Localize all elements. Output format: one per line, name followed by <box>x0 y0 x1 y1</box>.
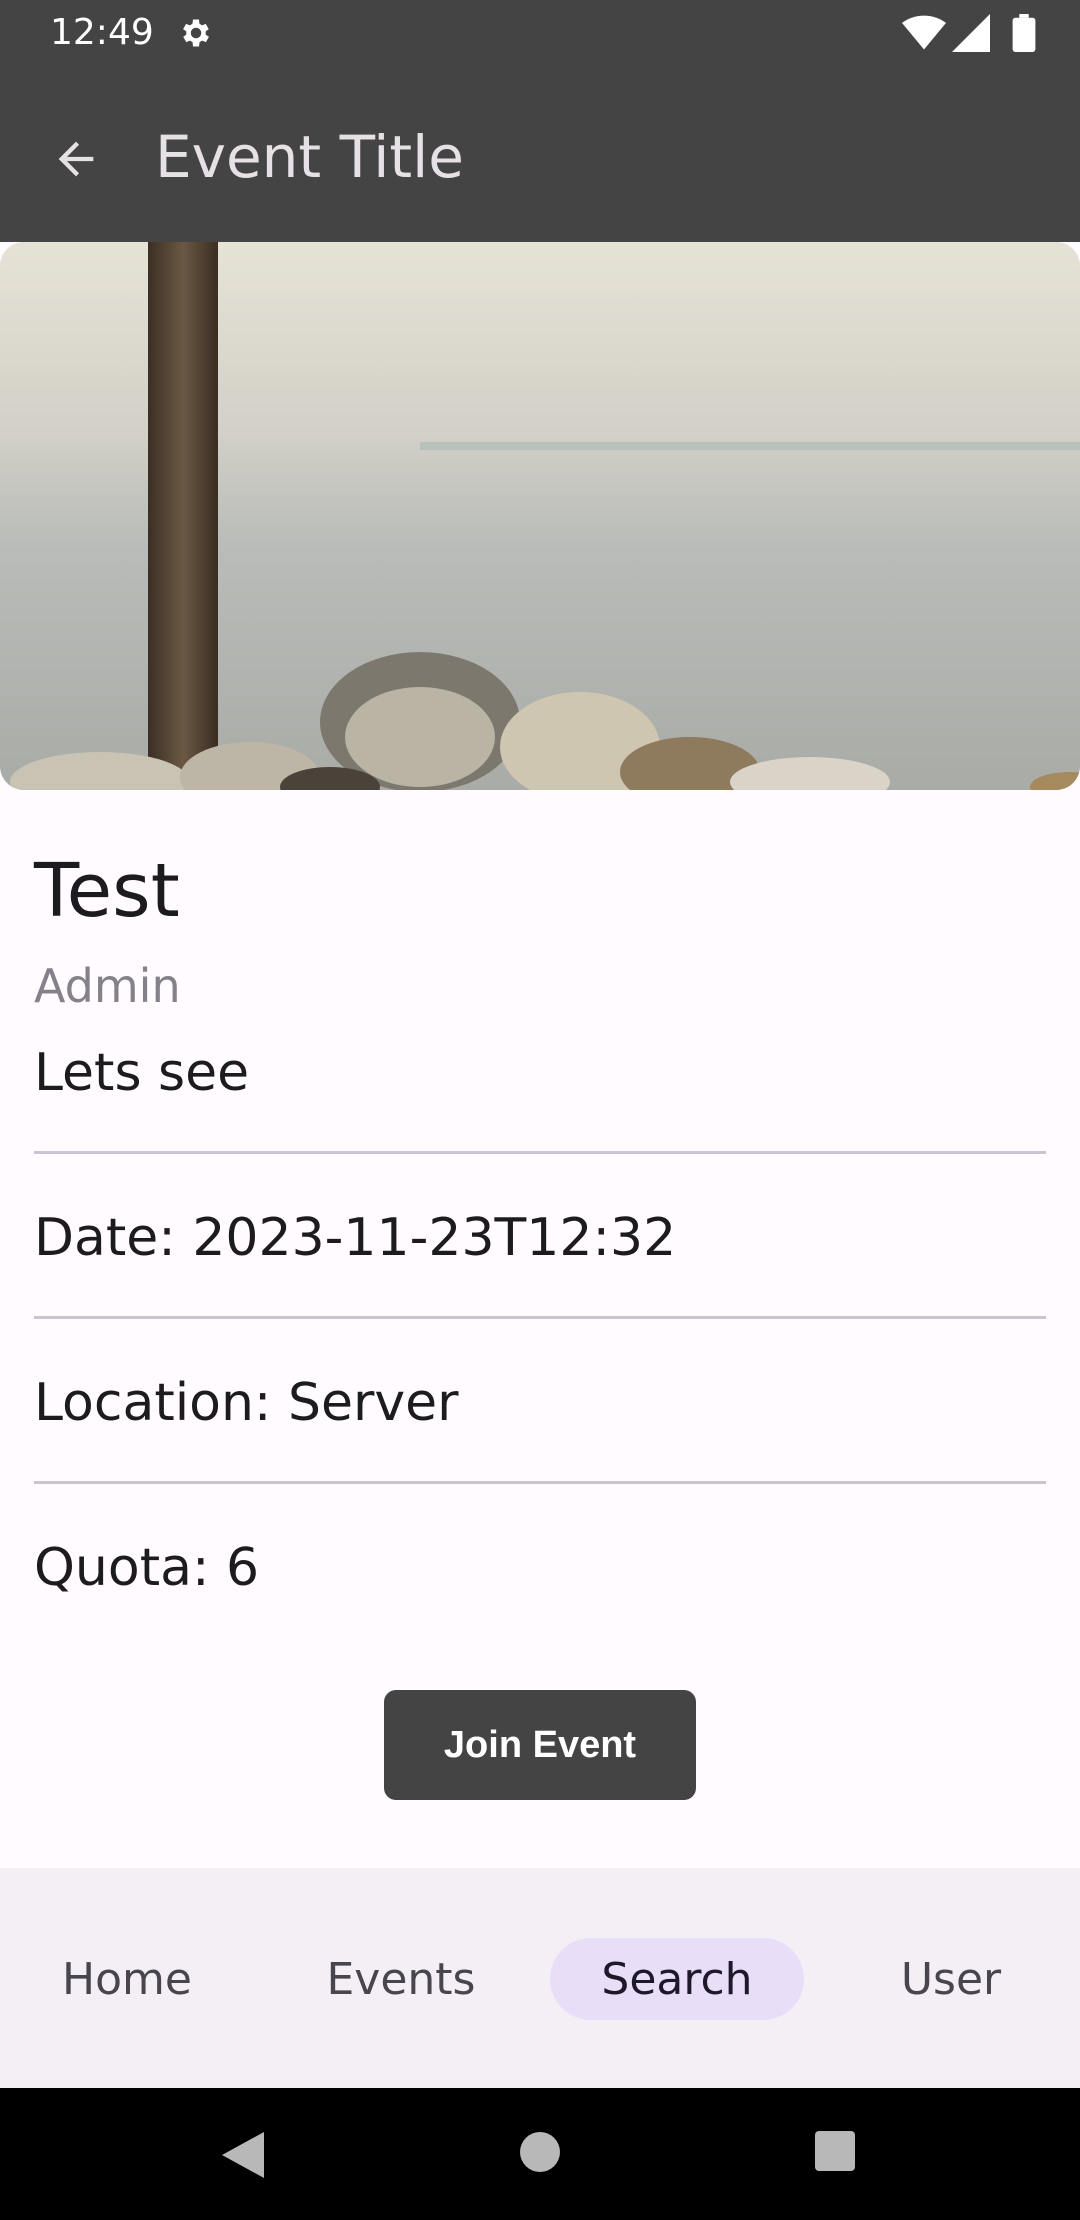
system-navigation-bar <box>0 2088 1080 2220</box>
gear-icon <box>183 19 209 47</box>
wifi-icon <box>902 15 946 50</box>
signal-icon <box>952 14 990 52</box>
home-circle-icon[interactable] <box>518 2130 562 2174</box>
divider <box>34 1151 1046 1154</box>
recents-square-icon[interactable] <box>814 2130 856 2172</box>
event-location: Location: Server <box>34 1373 459 1433</box>
nav-item-home[interactable]: Home <box>0 1938 254 2020</box>
status-time: 12:49 <box>50 12 154 53</box>
event-name: Test <box>34 848 180 934</box>
divider <box>34 1316 1046 1319</box>
nav-item-user[interactable]: User <box>824 1938 1078 2020</box>
arrow-back-icon <box>58 141 94 177</box>
event-image <box>0 242 1080 790</box>
nav-label: Search <box>601 1953 753 2005</box>
event-date: Date: 2023-11-23T12:32 <box>34 1208 677 1268</box>
page-title: Event Title <box>155 123 464 191</box>
divider <box>34 1481 1046 1484</box>
bottom-navigation: Home Events Search User <box>0 1868 1080 2088</box>
back-triangle-icon[interactable] <box>220 2130 266 2180</box>
event-host: Admin <box>34 959 181 1013</box>
nav-item-search[interactable]: Search <box>550 1938 804 2020</box>
battery-icon <box>1012 14 1036 52</box>
event-quota: Quota: 6 <box>34 1538 260 1598</box>
status-bar: 12:49 <box>0 0 1080 66</box>
join-event-button[interactable]: Join Event <box>384 1690 696 1800</box>
nav-label: User <box>900 1953 1002 2005</box>
top-app-bar: Event Title <box>0 66 1080 242</box>
back-button[interactable] <box>36 119 116 199</box>
event-description: Lets see <box>34 1043 250 1103</box>
nav-label: Events <box>326 1953 476 2005</box>
nav-label: Home <box>62 1953 192 2005</box>
nav-item-events[interactable]: Events <box>274 1938 528 2020</box>
